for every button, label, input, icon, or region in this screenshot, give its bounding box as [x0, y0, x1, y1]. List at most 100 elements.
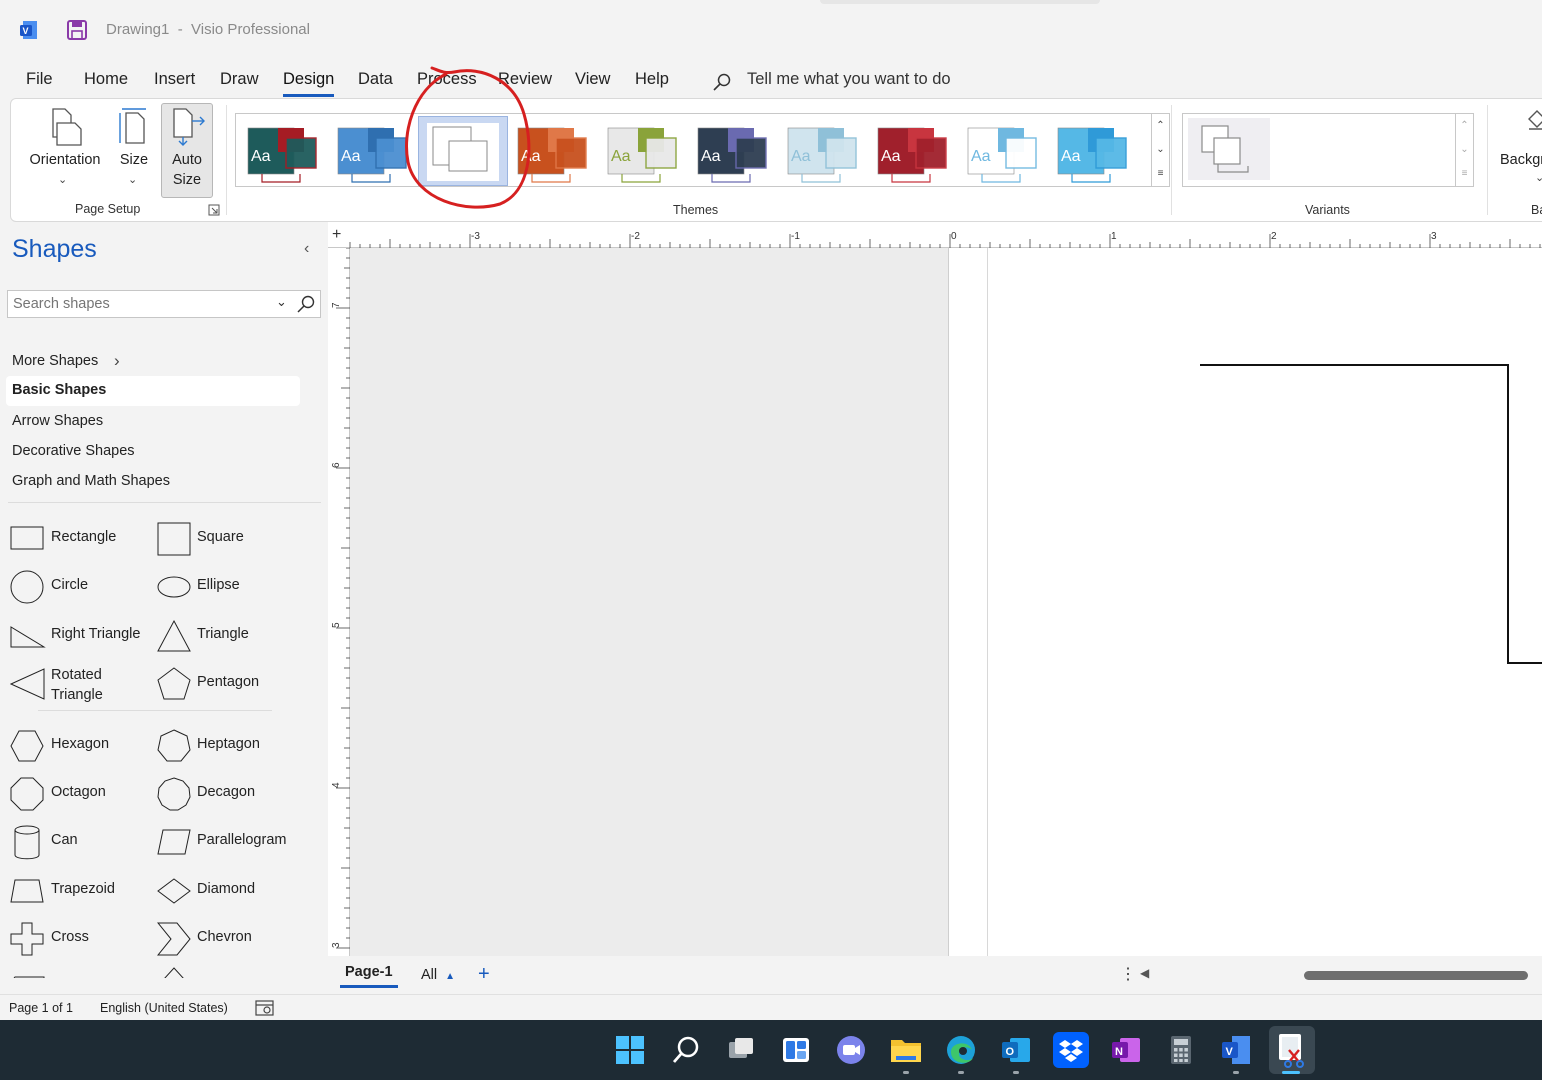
variants-more-icon[interactable]: ≡ — [1455, 162, 1473, 186]
stencil-arrow-shapes[interactable]: Arrow Shapes — [12, 413, 103, 429]
calculator-icon[interactable] — [1163, 1032, 1199, 1068]
dropbox-icon[interactable] — [1053, 1032, 1089, 1068]
scroll-left-icon[interactable]: ◀ — [1140, 966, 1149, 980]
theme-item-7[interactable]: Aa — [782, 124, 868, 190]
svg-text:Aa: Aa — [1061, 148, 1081, 165]
widgets-icon[interactable] — [778, 1032, 814, 1068]
shape-circle[interactable]: Circle — [10, 570, 152, 610]
search-icon[interactable] — [296, 294, 316, 314]
running-indicator — [1013, 1071, 1019, 1074]
drawing-page[interactable] — [948, 248, 1542, 956]
teams-chat-icon[interactable] — [833, 1032, 869, 1068]
theme-item-8[interactable]: Aa — [872, 124, 958, 190]
themes-scroll-up-icon[interactable]: ⌃ — [1151, 114, 1169, 138]
visio-logo-icon: V — [19, 19, 41, 41]
drawn-shape-outline[interactable] — [1200, 364, 1542, 664]
size-button[interactable]: Size ⌄ — [111, 103, 157, 189]
stencil-graph-math-shapes[interactable]: Graph and Math Shapes — [12, 473, 170, 489]
drawing-canvas[interactable]: -3 -2 -1 0 1 2 3 + 7 6 5 4 3 — [328, 222, 1542, 956]
snipping-tool-icon[interactable] — [1269, 1026, 1315, 1074]
theme-item-5[interactable]: Aa — [602, 124, 688, 190]
collapse-pane-icon[interactable]: ‹ — [304, 240, 309, 258]
shape-diamond[interactable]: Diamond — [157, 874, 307, 914]
ribbon-tabs: File Home Insert Draw Design Data Proces… — [0, 62, 1542, 98]
variant-item[interactable] — [1188, 118, 1270, 180]
orientation-label: Orientation — [29, 152, 101, 168]
tab-insert[interactable]: Insert — [154, 70, 195, 89]
shape-square[interactable]: Square — [157, 522, 307, 562]
more-options-icon[interactable]: ⋮ — [1120, 964, 1136, 984]
page-tab-page-1[interactable]: Page-1 — [340, 962, 398, 988]
add-page-icon[interactable]: + — [478, 963, 490, 986]
shape-rotated-triangle[interactable]: Rotated Triangle — [9, 667, 152, 707]
edge-icon[interactable] — [943, 1032, 979, 1068]
shape-parallelogram[interactable]: Parallelogram — [157, 825, 307, 865]
shape-triangle[interactable]: Triangle — [157, 619, 307, 659]
shape-cross[interactable]: Cross — [10, 922, 152, 962]
shape-pentagon[interactable]: Pentagon — [157, 667, 307, 707]
save-icon[interactable] — [66, 19, 88, 41]
search-dropdown-icon[interactable]: ⌄ — [276, 294, 287, 310]
ruler-label: -1 — [791, 231, 800, 242]
theme-item-10[interactable]: Aa — [1052, 124, 1138, 190]
file-explorer-icon[interactable] — [888, 1032, 924, 1068]
horizontal-scrollbar[interactable] — [1158, 971, 1528, 980]
tab-design[interactable]: Design — [283, 70, 335, 97]
search-shapes-box: ⌄ — [7, 290, 321, 318]
shape-trapezoid[interactable]: Trapezoid — [10, 874, 152, 914]
horizontal-scrollbar-thumb[interactable] — [1304, 971, 1528, 980]
variants-gallery: ⌃ ⌄ ≡ — [1182, 113, 1474, 187]
themes-more-icon[interactable]: ≡ — [1151, 162, 1169, 186]
parallelogram-icon — [157, 825, 193, 866]
circle-icon — [10, 570, 46, 611]
tab-home[interactable]: Home — [84, 70, 128, 89]
shape-right-triangle[interactable]: Right Triangle — [10, 619, 152, 659]
onenote-icon[interactable]: N — [1108, 1032, 1144, 1068]
page-setup-dialog-launcher-icon[interactable] — [208, 203, 220, 216]
shape-hexagon[interactable]: Hexagon — [10, 729, 152, 769]
shape-octagon[interactable]: Octagon — [10, 777, 152, 817]
visio-taskbar-icon[interactable]: V — [1218, 1032, 1254, 1068]
outlook-icon[interactable]: O — [998, 1032, 1034, 1068]
tab-draw[interactable]: Draw — [220, 70, 259, 89]
more-shapes-link[interactable]: More Shapes — [12, 353, 98, 369]
running-indicator — [958, 1071, 964, 1074]
ellipse-icon — [157, 570, 193, 611]
theme-item-9[interactable]: Aa — [962, 124, 1048, 190]
shape-ellipse[interactable]: Ellipse — [157, 570, 307, 610]
shape-label: Cross — [51, 929, 89, 945]
more-shapes-label: More Shapes — [12, 353, 99, 369]
shape-heptagon[interactable]: Heptagon — [157, 729, 307, 769]
orientation-button[interactable]: Orientation ⌄ — [21, 103, 107, 189]
partial-shape-icon — [10, 970, 46, 978]
tab-data[interactable]: Data — [358, 70, 393, 89]
tab-file[interactable]: File — [26, 70, 53, 89]
macro-recording-icon[interactable] — [255, 999, 275, 1017]
tell-me-box[interactable]: Tell me what you want to do — [747, 70, 951, 89]
theme-item-6[interactable]: Aa — [692, 124, 778, 190]
shape-rectangle[interactable]: Rectangle — [10, 522, 152, 562]
tab-view[interactable]: View — [575, 70, 610, 89]
themes-scroll-down-icon[interactable]: ⌄ — [1151, 138, 1169, 162]
windows-taskbar: O N V — [0, 1020, 1542, 1080]
shape-decagon[interactable]: Decagon — [157, 777, 307, 817]
tell-me-search-icon[interactable] — [712, 72, 732, 92]
language-status[interactable]: English (United States) — [100, 1001, 228, 1015]
auto-size-button[interactable]: Auto Size — [161, 103, 213, 198]
variants-scroll-down-icon[interactable]: ⌄ — [1455, 138, 1473, 162]
shape-label: Rectangle — [51, 529, 117, 545]
taskbar-search-icon[interactable] — [668, 1032, 704, 1068]
stencil-decorative-shapes[interactable]: Decorative Shapes — [12, 443, 135, 459]
task-view-icon[interactable] — [723, 1032, 759, 1068]
start-icon[interactable] — [612, 1032, 648, 1068]
search-shapes-input[interactable] — [13, 296, 273, 312]
all-pages-button[interactable]: All ▲ — [421, 967, 455, 983]
backgrounds-button[interactable]: Backgr ⌄ — [1497, 105, 1542, 191]
shape-chevron[interactable]: Chevron — [156, 922, 307, 962]
stencil-basic-shapes[interactable]: Basic Shapes — [6, 376, 300, 406]
shape-can[interactable]: Can — [10, 825, 152, 865]
tab-help[interactable]: Help — [635, 70, 669, 89]
theme-item-1[interactable]: Aa — [242, 124, 328, 190]
page-number-status[interactable]: Page 1 of 1 — [9, 1001, 73, 1015]
variants-scroll-up-icon[interactable]: ⌃ — [1455, 114, 1473, 138]
